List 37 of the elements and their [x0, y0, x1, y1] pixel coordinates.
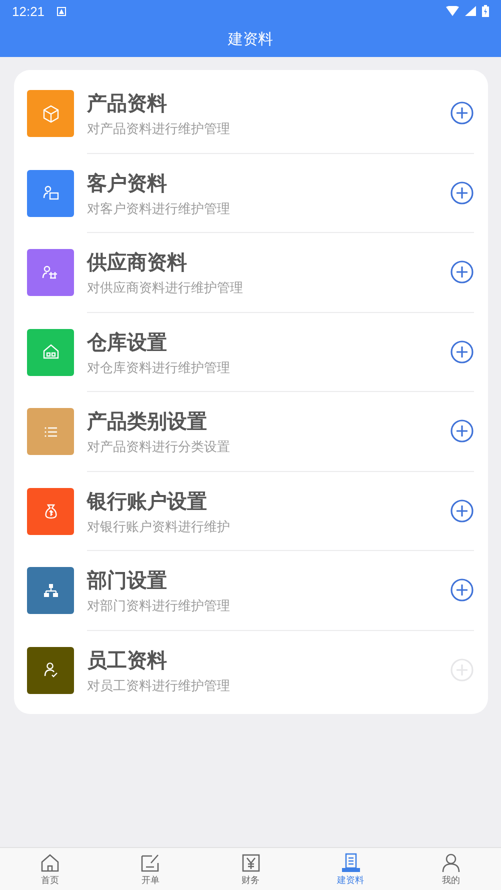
item-title[interactable]: 产品类别设置 — [87, 408, 450, 436]
item-description: 对供应商资料进行维护管理 — [87, 280, 244, 298]
document-icon — [340, 852, 362, 874]
item-title[interactable]: 银行账户设置 — [87, 488, 450, 515]
item-title[interactable]: 供应商资料 — [87, 249, 450, 276]
add-icon[interactable] — [450, 578, 474, 602]
item-description: 对仓库资料进行维护管理 — [87, 360, 231, 377]
item-description: 对产品资料进行分类设置 — [87, 439, 231, 456]
add-icon[interactable] — [450, 101, 474, 126]
user-icon — [440, 852, 462, 874]
item-title[interactable]: 产品资料 — [87, 90, 450, 118]
yen-icon — [240, 852, 262, 874]
nav-tab[interactable]: 财务 — [200, 848, 301, 890]
add-icon[interactable] — [450, 260, 474, 284]
item-title[interactable]: 仓库设置 — [87, 328, 450, 356]
item-description: 对员工资料进行维护管理 — [87, 678, 231, 696]
add-icon[interactable] — [450, 340, 474, 364]
nav-tab[interactable]: 我的 — [400, 848, 501, 890]
item-description: 对客户资料进行维护管理 — [87, 200, 231, 218]
item-description: 对部门资料进行维护管理 — [87, 598, 231, 616]
item-description: 对产品资料进行维护管理 — [87, 121, 231, 138]
item-title[interactable]: 客户资料 — [87, 170, 450, 197]
battery-icon — [482, 5, 489, 17]
nav-tab[interactable]: 建资料 — [300, 848, 401, 890]
nav-tab[interactable]: 开单 — [100, 848, 200, 890]
home-icon — [39, 852, 62, 874]
add-icon[interactable] — [450, 180, 474, 205]
item-title[interactable]: 部门设置 — [87, 567, 450, 594]
notification-icon — [56, 6, 66, 16]
wifi-icon — [446, 6, 459, 16]
nav-tab[interactable]: 首页 — [0, 848, 100, 890]
add-icon[interactable] — [450, 419, 474, 444]
page-title: 建资料 — [228, 30, 273, 49]
signal-icon — [465, 6, 476, 16]
item-description: 对银行账户资料进行维护 — [87, 518, 231, 536]
status-time: 12:21 — [12, 4, 45, 18]
add-icon[interactable] — [450, 498, 474, 523]
